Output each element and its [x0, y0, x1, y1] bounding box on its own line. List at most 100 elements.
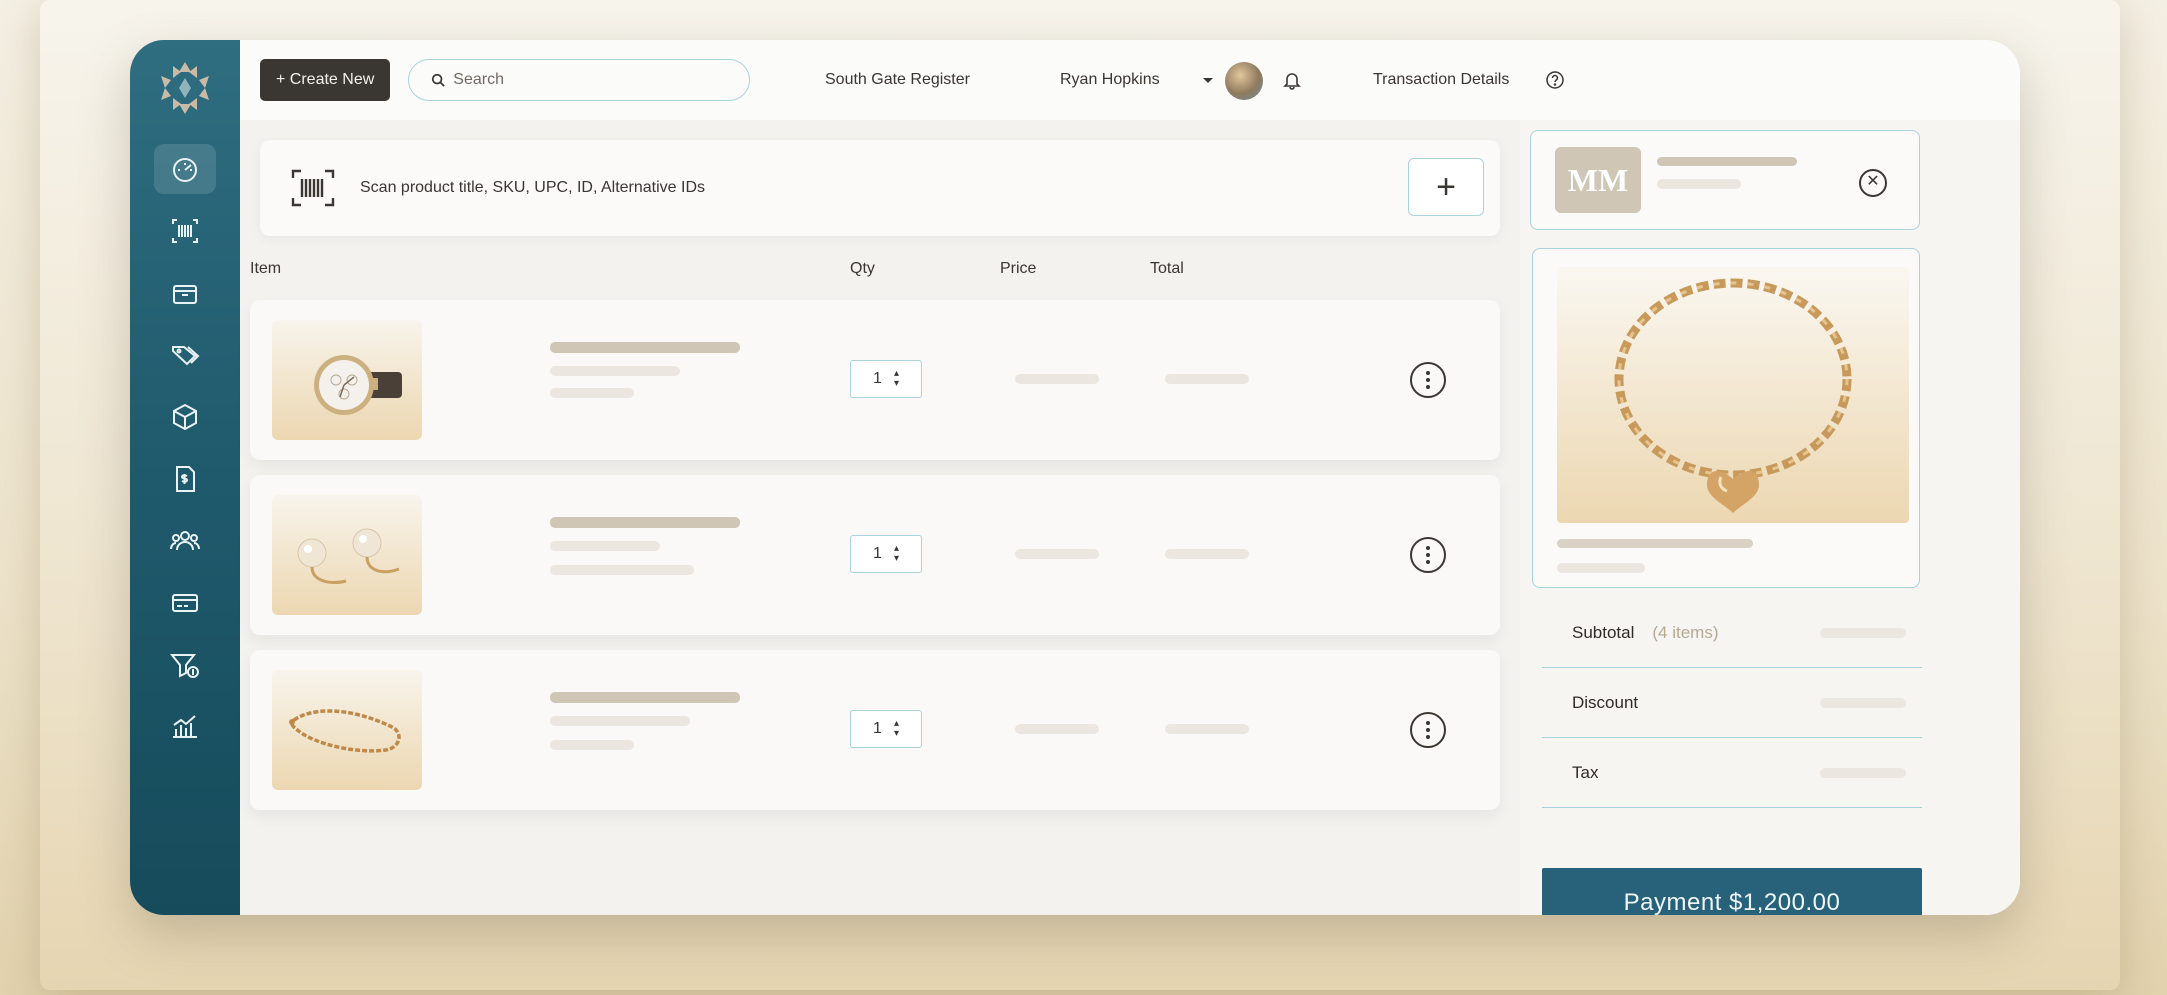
transaction-details-label[interactable]: Transaction Details: [1373, 71, 1509, 89]
total-placeholder: [1165, 374, 1249, 384]
customer-meta-placeholder: [1657, 179, 1741, 189]
discount-value-placeholder: [1820, 697, 1906, 708]
total-placeholder: [1165, 724, 1249, 734]
quantity-value: 1: [873, 720, 882, 737]
item-sku-placeholder: [550, 716, 690, 726]
scan-placeholder: Scan product title, SKU, UPC, ID, Altern…: [360, 179, 706, 196]
product-preview-image: [1557, 267, 1909, 523]
barcode-scan-icon: [291, 169, 335, 207]
cart-row[interactable]: 1 ▴ ▾: [250, 475, 1500, 635]
subtotal-value-placeholder: [1820, 627, 1906, 638]
customer-avatar: MM: [1555, 147, 1641, 213]
add-item-button[interactable]: +: [1408, 158, 1484, 216]
add-item-label: +: [1436, 167, 1456, 206]
quantity-value: 1: [873, 545, 882, 562]
spinner-icon[interactable]: ▴ ▾: [894, 369, 899, 389]
price-placeholder: [1015, 549, 1099, 559]
product-thumbnail-watch: [272, 320, 422, 440]
customer-name-placeholder: [1657, 157, 1797, 166]
transaction-panel: MM ✕ Subtotal (4 items) Discount Tax Pay…: [1520, 120, 2020, 915]
column-header-total: Total: [1150, 260, 1184, 277]
barcode-scan-icon: [172, 219, 198, 243]
item-sku-placeholder: [550, 541, 660, 551]
more-options-icon[interactable]: [1410, 537, 1446, 573]
more-options-icon[interactable]: [1410, 712, 1446, 748]
discount-label: Discount: [1572, 692, 1639, 712]
analytics-icon: [173, 715, 197, 738]
cart-panel: Scan product title, SKU, UPC, ID, Altern…: [240, 120, 1520, 915]
item-meta-placeholder: [550, 388, 634, 398]
tax-label: Tax: [1572, 762, 1599, 782]
quantity-stepper[interactable]: 1 ▴ ▾: [850, 710, 922, 748]
product-name-placeholder: [1557, 539, 1753, 548]
sidebar-item-products[interactable]: [154, 392, 216, 442]
create-new-label: + Create New: [276, 71, 375, 88]
sidebar: [130, 40, 240, 915]
product-meta-placeholder: [1557, 563, 1645, 573]
sidebar-item-scan[interactable]: [154, 206, 216, 256]
column-header-item: Item: [250, 260, 282, 277]
tax-row: Tax: [1542, 738, 1922, 808]
card-icon: [172, 594, 198, 612]
sidebar-item-analytics[interactable]: [154, 702, 216, 752]
bell-icon[interactable]: [1282, 70, 1302, 90]
brand-logo-icon: [161, 62, 209, 114]
column-header-price: Price: [1000, 260, 1037, 277]
sidebar-item-payments[interactable]: [154, 578, 216, 628]
tax-value-placeholder: [1820, 767, 1906, 778]
sidebar-item-inventory[interactable]: [154, 268, 216, 318]
item-meta-placeholder: [550, 565, 694, 575]
top-bar: + Create New Search South Gate Register …: [240, 40, 2020, 120]
filter-money-icon: [169, 654, 199, 678]
cart-row[interactable]: 1 ▴ ▾: [250, 650, 1500, 810]
cart-row[interactable]: 1 ▴ ▾: [250, 300, 1500, 460]
search-icon: [432, 73, 446, 87]
item-sku-placeholder: [550, 366, 680, 376]
payment-button[interactable]: Payment $1,200.00: [1542, 868, 1922, 915]
search-placeholder: Search: [453, 71, 504, 88]
close-icon[interactable]: ✕: [1859, 169, 1887, 197]
price-placeholder: [1015, 724, 1099, 734]
sidebar-item-pricing-filters[interactable]: [154, 640, 216, 690]
subtotal-count: (4 items): [1652, 622, 1719, 642]
discount-row[interactable]: Discount: [1542, 668, 1922, 738]
sidebar-item-dashboard[interactable]: [154, 144, 216, 194]
sidebar-item-invoices[interactable]: [154, 454, 216, 504]
customer-card[interactable]: MM ✕: [1530, 130, 1920, 230]
sidebar-item-customers[interactable]: [154, 516, 216, 566]
item-name-placeholder: [550, 342, 740, 353]
column-header-qty: Qty: [850, 260, 875, 277]
price-placeholder: [1015, 374, 1099, 384]
spinner-icon[interactable]: ▴ ▾: [894, 719, 899, 739]
box-icon: [173, 285, 197, 304]
item-name-placeholder: [550, 517, 740, 528]
product-thumbnail-bracelet: [272, 670, 422, 790]
help-icon[interactable]: [1545, 70, 1565, 90]
subtotal-label: Subtotal: [1572, 622, 1635, 642]
product-preview-card: [1532, 248, 1920, 588]
chevron-down-icon[interactable]: [1202, 77, 1214, 85]
pos-window: + Create New Search South Gate Register …: [130, 40, 2020, 915]
item-name-placeholder: [550, 692, 740, 703]
quantity-stepper[interactable]: 1 ▴ ▾: [850, 535, 922, 573]
avatar[interactable]: [1225, 62, 1263, 100]
more-options-icon[interactable]: [1410, 362, 1446, 398]
tags-icon: [172, 346, 200, 366]
create-new-button[interactable]: + Create New: [260, 59, 391, 101]
quantity-stepper[interactable]: 1 ▴ ▾: [850, 360, 922, 398]
subtotal-row: Subtotal (4 items): [1542, 598, 1922, 668]
product-thumbnail-earrings: [272, 495, 422, 615]
invoice-icon: [176, 466, 195, 492]
quantity-value: 1: [873, 370, 882, 387]
cube-icon: [173, 403, 197, 431]
customers-icon: [170, 531, 200, 551]
register-name[interactable]: South Gate Register: [825, 71, 970, 89]
total-placeholder: [1165, 549, 1249, 559]
scan-bar[interactable]: Scan product title, SKU, UPC, ID, Altern…: [260, 140, 1500, 236]
search-input[interactable]: Search: [408, 59, 751, 101]
payment-label: Payment $1,200.00: [1623, 889, 1841, 915]
user-name[interactable]: Ryan Hopkins: [1060, 71, 1160, 89]
sidebar-item-tags[interactable]: [154, 330, 216, 380]
spinner-icon[interactable]: ▴ ▾: [894, 544, 899, 564]
item-meta-placeholder: [550, 740, 634, 750]
